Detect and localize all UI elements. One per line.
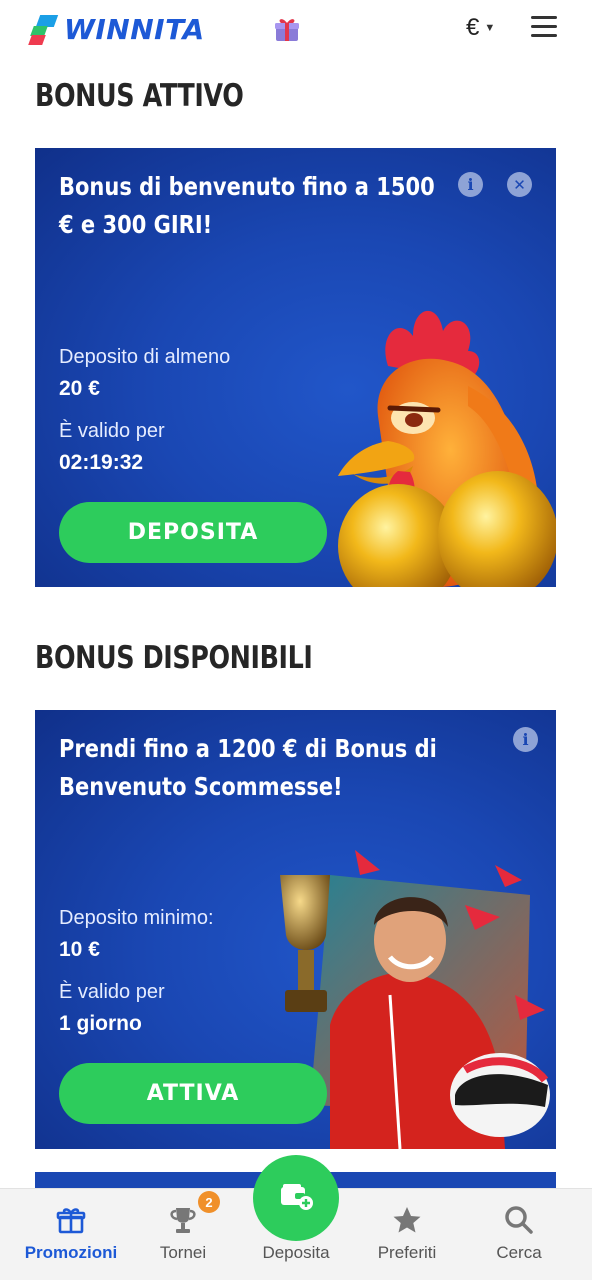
- logo-mark-icon: [28, 13, 59, 45]
- nav-label: Promozioni: [24, 1243, 118, 1262]
- nav-item-tornei[interactable]: 2 Tornei: [128, 1189, 238, 1280]
- validity-label: È valido per: [59, 420, 165, 442]
- nav-label: Deposita: [262, 1243, 330, 1262]
- validity-label: È valido per: [59, 981, 165, 1003]
- deposit-button[interactable]: DEPOSITA: [59, 502, 327, 563]
- deposit-label: Deposito di almeno: [59, 346, 231, 368]
- activate-button[interactable]: ATTIVA: [59, 1063, 327, 1124]
- validity-value: 1 giorno: [59, 1012, 142, 1035]
- nav-item-promozioni[interactable]: Promozioni: [16, 1189, 126, 1280]
- gift-icon: [54, 1203, 88, 1237]
- deposit-value: 10 €: [59, 938, 100, 961]
- nav-label: Cerca: [496, 1243, 542, 1262]
- active-bonus-card: Bonus di benvenuto fino a 1500 € e 300 G…: [35, 148, 556, 587]
- star-icon: [390, 1203, 424, 1237]
- rooster-illustration: [318, 296, 556, 587]
- winnita-logo[interactable]: WINNITA: [28, 10, 205, 48]
- currency-symbol: €: [466, 14, 480, 41]
- chevron-down-icon: ▼: [484, 22, 496, 34]
- available-bonus-card: Prendi fino a 1200 € di Bonus di Benvenu…: [35, 710, 556, 1149]
- bonus-title: Bonus di benvenuto fino a 1500 € e 300 G…: [59, 172, 435, 239]
- search-icon: [502, 1203, 536, 1237]
- section-title-active: BONUS ATTIVO: [35, 78, 244, 114]
- deposit-fab-button[interactable]: [253, 1155, 339, 1241]
- info-icon[interactable]: i: [458, 172, 483, 197]
- close-icon[interactable]: ✕: [507, 172, 532, 197]
- deposit-label: Deposito minimo:: [59, 907, 214, 929]
- nav-item-cerca[interactable]: Cerca: [464, 1189, 574, 1280]
- app-header: WINNITA € ▼: [0, 0, 592, 60]
- logo-text: WINNITA: [64, 12, 205, 46]
- wallet-plus-icon: [279, 1181, 313, 1216]
- trophy-icon: [166, 1203, 200, 1237]
- hamburger-menu-icon[interactable]: [531, 16, 557, 40]
- nav-label: Preferiti: [377, 1243, 437, 1262]
- section-title-available: BONUS DISPONIBILI: [35, 640, 313, 676]
- nav-item-preferiti[interactable]: Preferiti: [352, 1189, 462, 1280]
- nav-label: Tornei: [159, 1243, 207, 1262]
- notification-badge: 2: [198, 1191, 220, 1213]
- validity-countdown: 02:19:32: [59, 451, 144, 474]
- deposit-value: 20 €: [59, 377, 100, 400]
- bonus-title: Prendi fino a 1200 € di Bonus di Benvenu…: [59, 734, 437, 801]
- currency-selector[interactable]: € ▼: [466, 14, 495, 42]
- info-icon[interactable]: i: [513, 727, 538, 752]
- gift-icon[interactable]: [272, 14, 302, 44]
